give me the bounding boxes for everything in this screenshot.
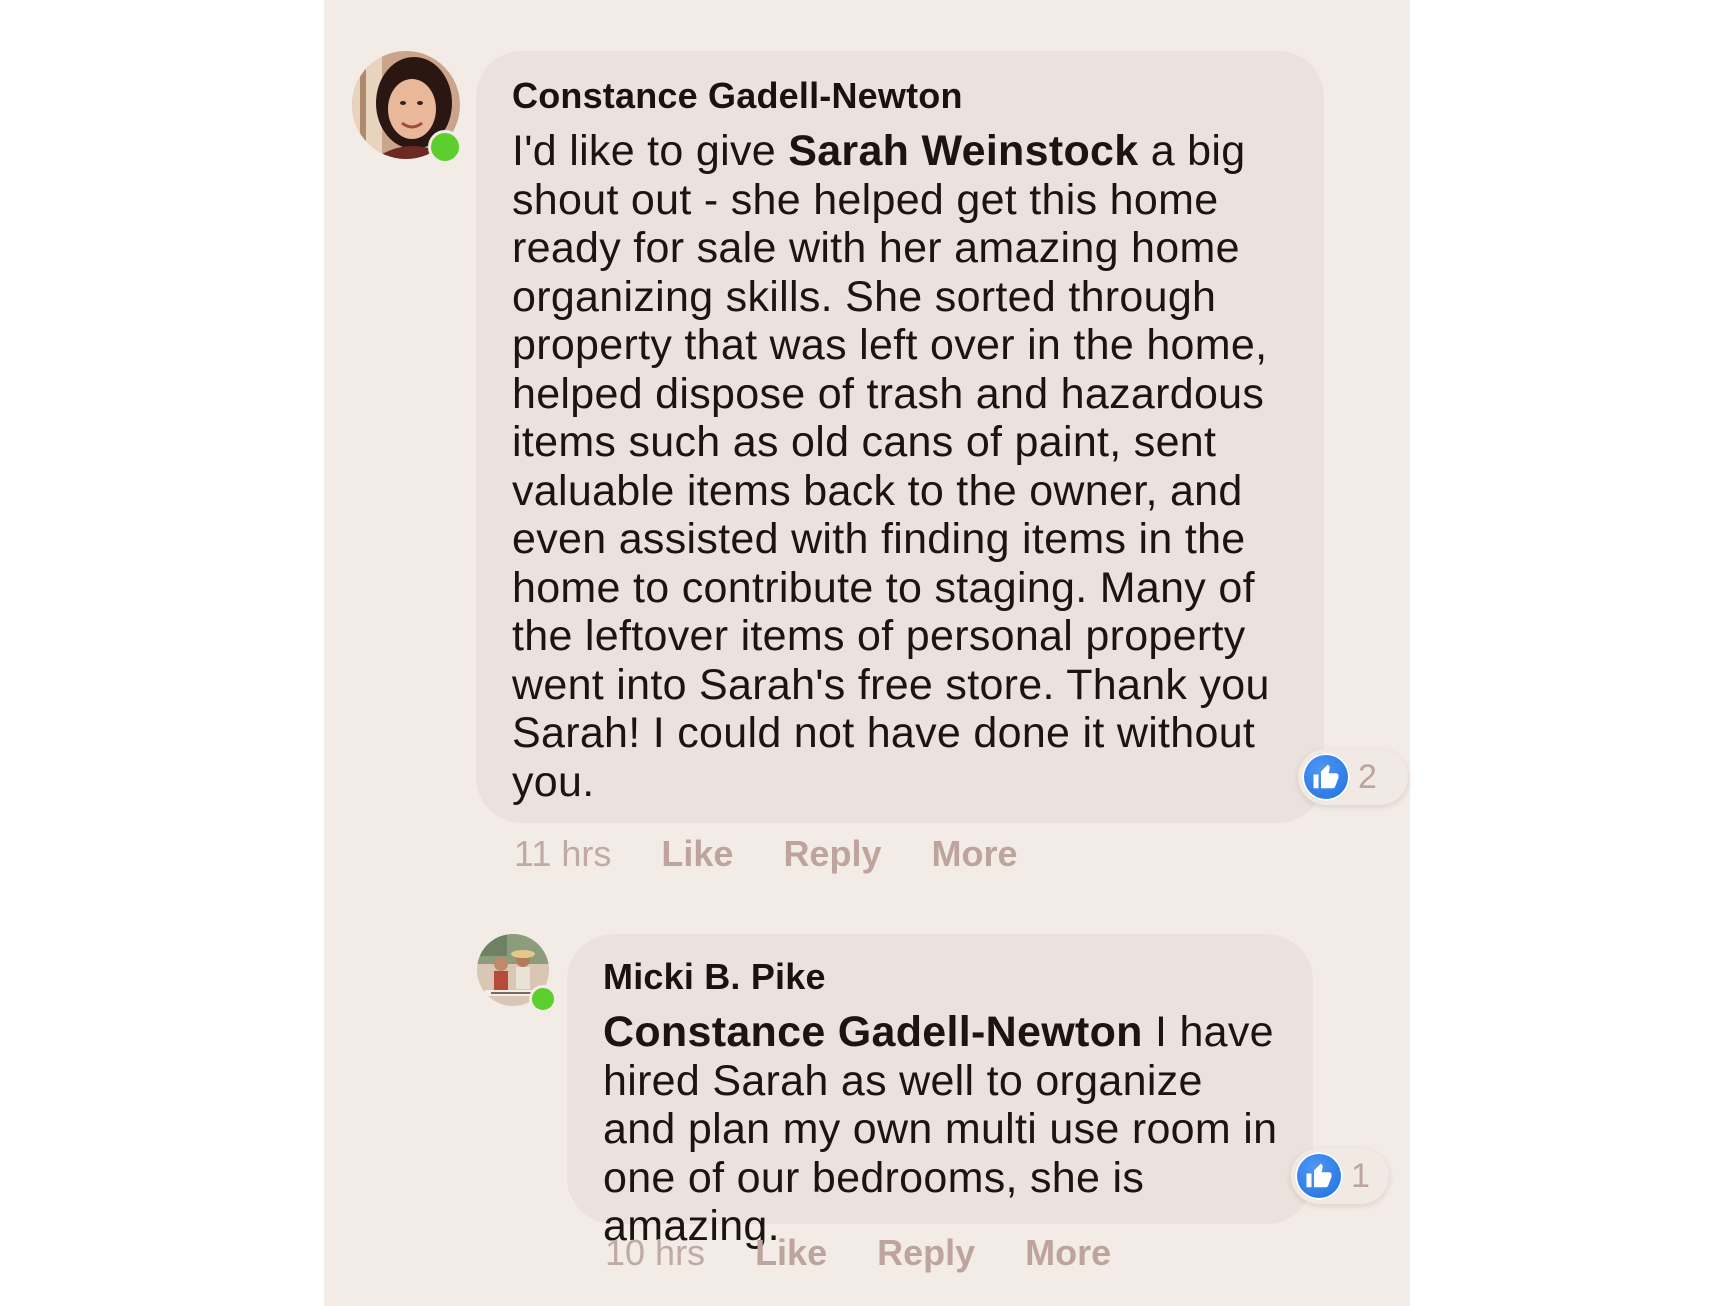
online-status-dot bbox=[428, 130, 462, 164]
reaction-summary[interactable]: 2 bbox=[1298, 749, 1408, 805]
comment-text: I'd like to give Sarah Weinstock a big s… bbox=[512, 127, 1290, 806]
like-button[interactable]: Like bbox=[661, 833, 733, 875]
comment-bubble[interactable]: Micki B. Pike Constance Gadell-Newton I … bbox=[567, 934, 1313, 1250]
comment-text-before: I'd like to give bbox=[512, 127, 789, 175]
timestamp[interactable]: 10 hrs bbox=[605, 1232, 705, 1274]
comment-bubble[interactable]: Constance Gadell-Newton I'd like to give… bbox=[476, 51, 1324, 823]
comment-author[interactable]: Micki B. Pike bbox=[603, 952, 1283, 1002]
like-button[interactable]: Like bbox=[755, 1232, 827, 1274]
more-button[interactable]: More bbox=[931, 833, 1017, 875]
mention-link[interactable]: Sarah Weinstock bbox=[788, 127, 1138, 175]
reply-button[interactable]: Reply bbox=[877, 1232, 975, 1274]
comment-actions: 10 hrs Like Reply More bbox=[605, 1232, 1161, 1274]
comment-text-after: a big shout out - she helped get this ho… bbox=[512, 127, 1270, 806]
comment-thread: Constance Gadell-Newton I'd like to give… bbox=[324, 0, 1410, 1306]
comment-text: Constance Gadell-Newton I have hired Sar… bbox=[603, 1008, 1283, 1251]
reaction-count: 2 bbox=[1358, 757, 1377, 796]
more-button[interactable]: More bbox=[1025, 1232, 1111, 1274]
reply-button[interactable]: Reply bbox=[783, 833, 881, 875]
comment-actions: 11 hrs Like Reply More bbox=[514, 833, 1068, 875]
thumbs-up-icon bbox=[1295, 1152, 1343, 1200]
reaction-summary[interactable]: 1 bbox=[1291, 1148, 1389, 1204]
reaction-count: 1 bbox=[1351, 1156, 1370, 1195]
mention-link[interactable]: Constance Gadell-Newton bbox=[603, 1008, 1143, 1056]
online-status-dot bbox=[529, 985, 557, 1013]
timestamp[interactable]: 11 hrs bbox=[514, 833, 611, 875]
comment-author[interactable]: Constance Gadell-Newton bbox=[512, 71, 1290, 121]
thumbs-up-icon bbox=[1302, 753, 1350, 801]
